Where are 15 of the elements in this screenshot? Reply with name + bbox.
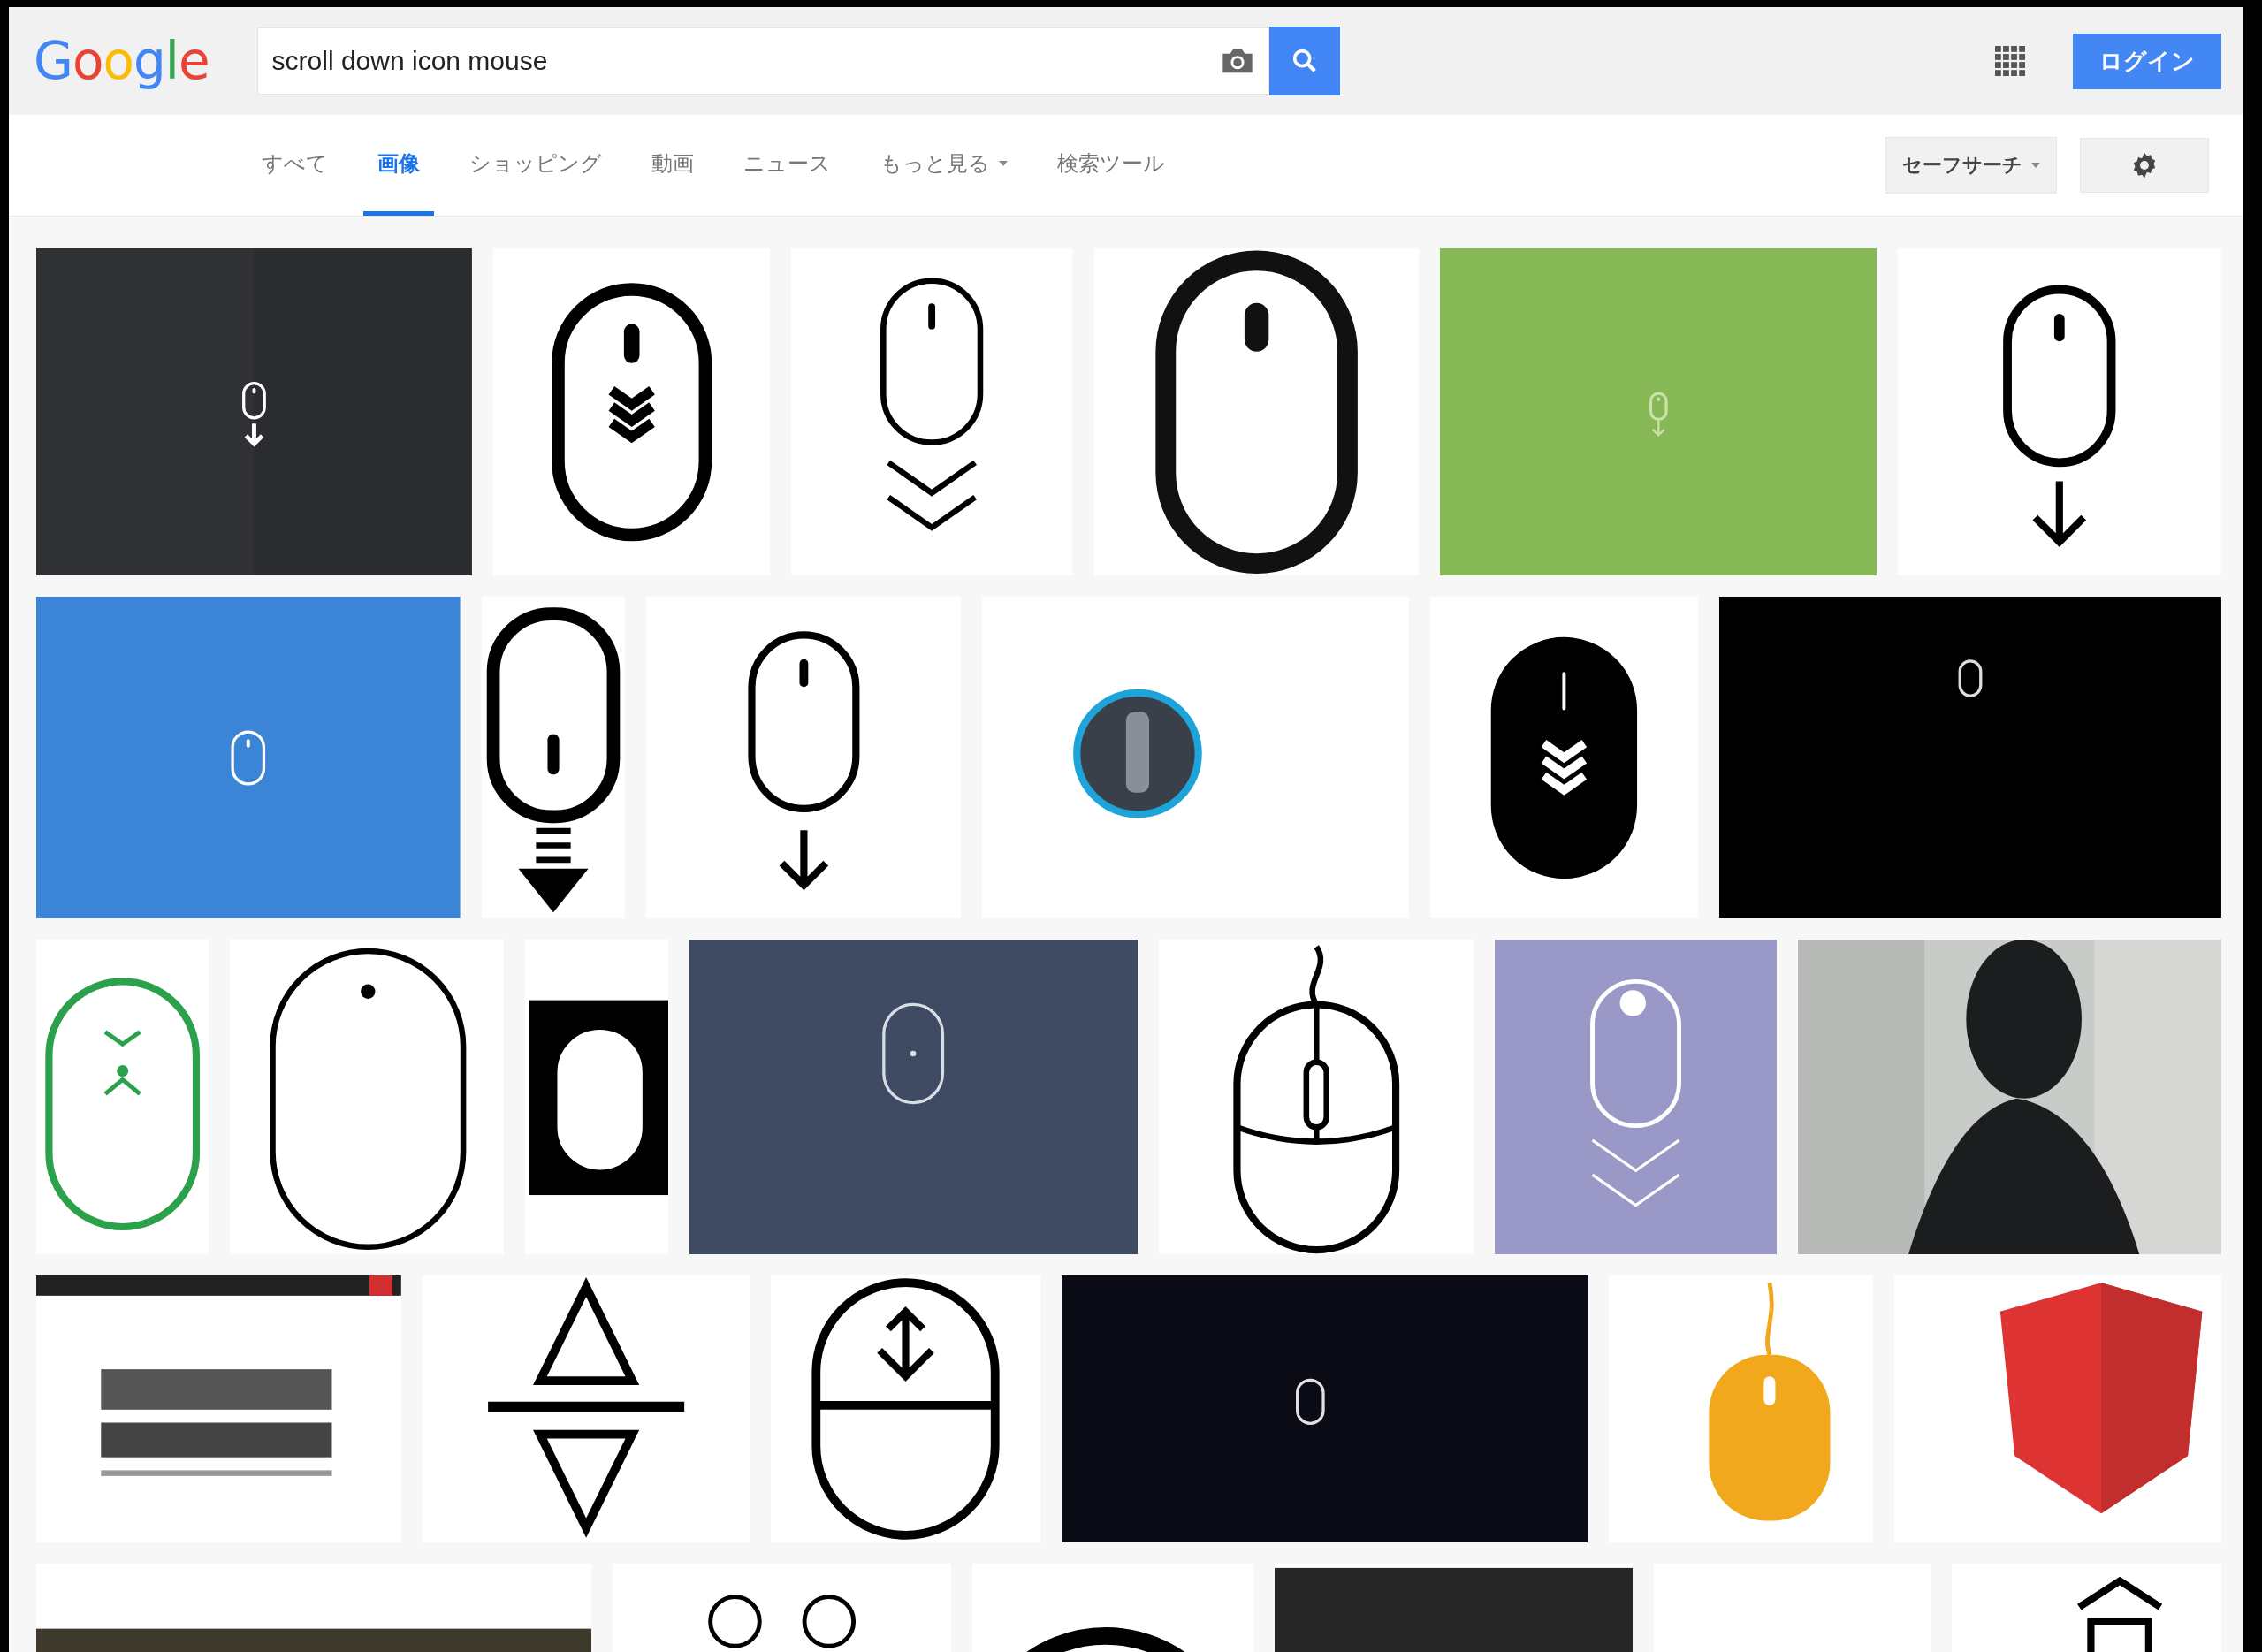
google-logo[interactable]: Google	[34, 31, 209, 91]
login-button[interactable]: ログイン	[2073, 33, 2221, 89]
settings-button[interactable]	[2080, 138, 2209, 193]
nav-tab[interactable]: すべて	[248, 115, 342, 216]
nav-tab[interactable]: 画像	[363, 115, 434, 216]
safe-search-button[interactable]: セーフサーチ	[1885, 137, 2057, 194]
nav-tab[interactable]: 検索ツール	[1043, 115, 1179, 216]
nav-tab[interactable]: ショッピング	[455, 115, 616, 216]
caret-icon	[2031, 163, 2040, 168]
apps-grid-icon[interactable]	[1995, 46, 2025, 76]
nav-tab[interactable]: ニュース	[729, 115, 845, 216]
search-button[interactable]	[1268, 27, 1340, 95]
nav-tab[interactable]: もっと見る	[866, 115, 1022, 216]
nav-tab[interactable]: 動画	[637, 115, 708, 216]
search-field[interactable]: scroll down icon mouse	[256, 27, 1269, 95]
